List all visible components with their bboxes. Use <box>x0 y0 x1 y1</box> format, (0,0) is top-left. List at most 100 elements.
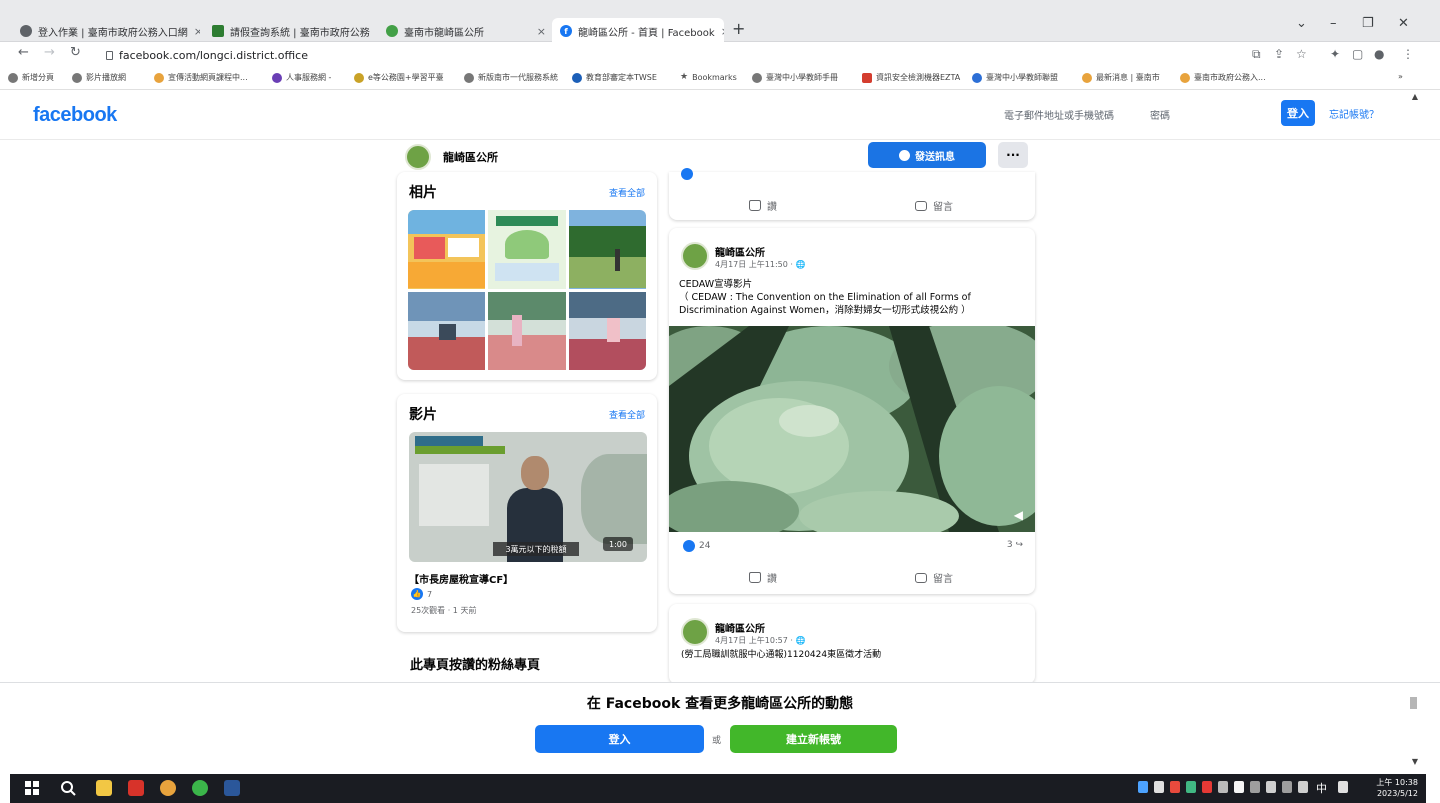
photos-see-all-link[interactable]: 查看全部 <box>609 186 645 199</box>
page-name[interactable]: 龍崎區公所 <box>443 149 498 165</box>
tray-app-icon[interactable] <box>1138 781 1148 793</box>
photo-thumbnail[interactable] <box>568 291 646 370</box>
star-icon: ★ <box>680 72 689 82</box>
create-account-button[interactable]: 建立新帳號 <box>730 725 897 753</box>
wifi-icon[interactable] <box>1282 781 1292 793</box>
tray-app-icon[interactable] <box>1202 781 1212 793</box>
post-author-avatar[interactable] <box>681 242 709 270</box>
network-icon[interactable] <box>1250 781 1260 793</box>
back-icon[interactable]: ← <box>18 45 29 60</box>
photo-thumbnail[interactable] <box>568 210 646 289</box>
scroll-down-arrow[interactable]: ▼ <box>1412 757 1418 766</box>
file-explorer-icon[interactable] <box>96 780 112 796</box>
tab-district-office[interactable]: 臺南市龍崎區公所 × <box>378 18 554 44</box>
page-avatar[interactable] <box>405 144 431 170</box>
tab-facebook[interactable]: f 龍崎區公所 - 首頁 | Facebook × <box>552 18 724 44</box>
tab-leave-system[interactable]: 請假查詢系統 | 臺南市政府公務 × <box>204 18 374 44</box>
sidebar-icon[interactable]: ▢ <box>1352 47 1363 61</box>
more-options-button[interactable]: ··· <box>998 142 1028 168</box>
post-author[interactable]: 龍崎區公所 <box>715 620 765 635</box>
bookmarks-overflow-button[interactable]: » <box>1398 72 1403 81</box>
search-icon[interactable] <box>60 780 76 796</box>
close-icon[interactable]: × <box>537 25 546 38</box>
share-icon[interactable]: ⇪ <box>1274 47 1284 61</box>
bookmark-item[interactable]: 影片播放網 <box>72 72 126 83</box>
photo-thumbnail[interactable] <box>488 291 566 370</box>
bookmark-icon <box>354 72 364 83</box>
close-window-icon[interactable]: ✕ <box>1398 16 1409 31</box>
post-timestamp[interactable]: 4月17日 上午10:57 · 🌐 <box>715 635 805 646</box>
keyboard-icon[interactable] <box>1338 781 1348 793</box>
bookmark-item[interactable]: 資訊安全檢測機器EZTA <box>862 72 960 83</box>
post-shares[interactable]: 3 ↪ <box>1007 540 1023 550</box>
bookmark-item[interactable]: ★ Bookmarks <box>680 72 737 82</box>
post-reactions[interactable]: 24 <box>683 540 710 552</box>
video-thumbnail[interactable]: 3萬元以下的稅額 1:00 <box>409 432 647 562</box>
word-icon[interactable] <box>224 780 240 796</box>
banner-login-button[interactable]: 登入 <box>535 725 704 753</box>
password-field[interactable]: 密碼 <box>1150 107 1170 122</box>
facebook-logo[interactable]: facebook <box>33 104 117 127</box>
photo-thumbnail[interactable] <box>488 210 566 289</box>
volume-tray-icon[interactable] <box>1298 781 1308 793</box>
tray-app-icon[interactable] <box>1218 781 1228 793</box>
windows-start-icon[interactable] <box>24 780 40 796</box>
comment-button[interactable]: 留言 <box>915 198 953 213</box>
close-icon[interactable]: × <box>194 25 200 38</box>
bookmark-item[interactable]: 新版南市一代服務系統 <box>464 72 558 83</box>
bookmark-item[interactable]: 最新消息 | 臺南市 <box>1082 72 1160 83</box>
bookmark-item[interactable]: 人事服務網 - <box>272 72 331 83</box>
like-button[interactable]: 讚 <box>749 570 777 585</box>
send-message-button[interactable]: 發送訊息 <box>868 142 986 168</box>
email-field[interactable]: 電子郵件地址或手機號碼 <box>1004 107 1114 122</box>
chrome-icon[interactable] <box>160 780 176 796</box>
restore-icon[interactable]: ❐ <box>1362 16 1374 31</box>
bookmark-item[interactable]: 臺灣中小學教師聯盟 <box>972 72 1058 83</box>
tab-gov-portal[interactable]: 登入作業 | 臺南市政府公務入口網 × <box>12 18 200 44</box>
profile-icon[interactable]: ● <box>1374 47 1384 61</box>
like-button[interactable]: 讚 <box>749 198 777 213</box>
line-icon[interactable] <box>192 780 208 796</box>
menu-icon[interactable]: ⋮ <box>1402 47 1414 61</box>
bookmark-item[interactable]: 臺南市政府公務入... <box>1180 72 1266 83</box>
extensions-icon[interactable]: ✦ <box>1330 47 1340 61</box>
reload-icon[interactable]: ↻ <box>70 45 81 60</box>
post-author[interactable]: 龍崎區公所 <box>715 244 765 259</box>
bookmark-item[interactable]: 教育部審定本TWSE <box>572 72 657 83</box>
acrobat-icon[interactable] <box>128 780 144 796</box>
bookmark-item[interactable]: 臺灣中小學教師手冊 <box>752 72 838 83</box>
new-tab-button[interactable]: + <box>732 19 745 38</box>
system-clock[interactable]: 上午 10:38 2023/5/12 <box>1376 777 1418 799</box>
videos-see-all-link[interactable]: 查看全部 <box>609 408 645 421</box>
forward-icon[interactable]: → <box>44 45 55 60</box>
tray-app-icon[interactable] <box>1234 781 1244 793</box>
star-icon[interactable]: ☆ <box>1296 47 1307 61</box>
post-author-avatar[interactable] <box>681 618 709 646</box>
tab-search-icon[interactable]: ⌄ <box>1296 16 1307 31</box>
like-icon: 👍 <box>411 588 423 600</box>
photo-thumbnail[interactable] <box>408 291 486 370</box>
bookmark-item[interactable]: 新增分頁 <box>8 72 54 83</box>
header-login-button[interactable]: 登入 <box>1281 100 1315 126</box>
ime-indicator[interactable]: 中 <box>1316 780 1327 796</box>
install-icon[interactable]: ⧉ <box>1252 47 1261 62</box>
tray-app-icon[interactable] <box>1266 781 1276 793</box>
post-video[interactable]: ◀︎ <box>669 326 1035 532</box>
post-timestamp[interactable]: 4月17日 上午11:50 · 🌐 <box>715 259 805 270</box>
minimize-icon[interactable]: – <box>1330 16 1337 31</box>
comment-button[interactable]: 留言 <box>915 570 953 585</box>
address-bar[interactable]: facebook.com/longci.district.office <box>106 45 308 65</box>
post-text: CEDAW宣導影片 （ CEDAW : The Convention on th… <box>679 278 1027 317</box>
close-icon[interactable]: × <box>721 25 724 38</box>
tray-app-icon[interactable] <box>1154 781 1164 793</box>
volume-icon[interactable]: ◀︎ <box>1014 508 1023 522</box>
video-title[interactable]: 【市長房屋稅宣導CF】 <box>409 571 513 586</box>
bookmark-item[interactable]: 宣傳活動網頁課程中... <box>154 72 248 83</box>
forgot-account-link[interactable]: 忘記帳號？ <box>1329 106 1379 121</box>
tray-app-icon[interactable] <box>1186 781 1196 793</box>
bookmark-item[interactable]: e等公務園+學習平臺 <box>354 72 444 83</box>
scrollbar-thumb[interactable] <box>1410 697 1417 709</box>
scroll-up-arrow[interactable]: ▲ <box>1412 92 1418 101</box>
photo-thumbnail[interactable] <box>408 210 486 289</box>
tray-app-icon[interactable] <box>1170 781 1180 793</box>
